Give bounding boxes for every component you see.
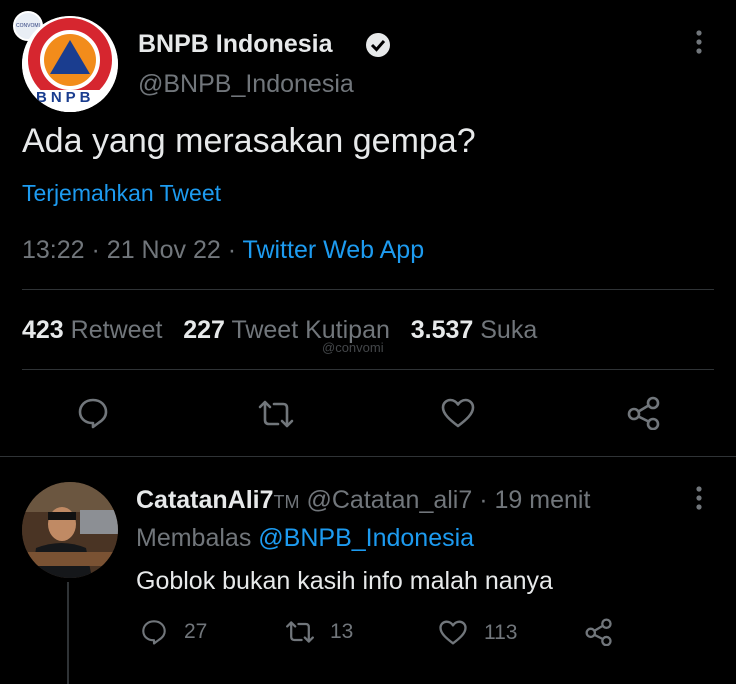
reply-like-count: 113 [484, 620, 518, 644]
author-handle[interactable]: @BNPB_Indonesia [138, 70, 354, 99]
retweet-icon[interactable] [256, 398, 296, 430]
reply-header: CatatanAli7TM @Catatan_ali7 · 19 menit [136, 486, 590, 515]
thread-line [67, 582, 69, 684]
separator: · [91, 236, 100, 264]
profile-photo-icon [22, 482, 118, 578]
retweet-label: Retweet [70, 316, 163, 344]
reply-reply-button[interactable]: 27 [140, 618, 207, 646]
separator: · [227, 236, 237, 264]
reply-reply-count: 27 [184, 620, 208, 643]
quote-count: 227 [183, 316, 225, 344]
like-label: Suka [480, 316, 538, 344]
heart-icon[interactable] [440, 397, 476, 429]
replying-to-row: Membalas @BNPB_Indonesia [136, 524, 474, 553]
reply-author-suffix: TM [273, 492, 300, 512]
tweet-source[interactable]: Twitter Web App [243, 236, 425, 264]
replying-prefix: Membalas [136, 524, 252, 552]
tweet-text: Ada yang merasakan gempa? [22, 122, 476, 160]
reply-icon [142, 620, 166, 645]
tweet-time[interactable]: 13:22 [22, 236, 85, 264]
divider [22, 289, 714, 290]
like-stat[interactable]: 3.537 Suka [411, 316, 538, 344]
reply-author-handle[interactable]: @Catatan_ali7 [307, 486, 473, 514]
retweet-icon [286, 621, 314, 643]
divider [0, 456, 736, 457]
tweet-date[interactable]: 21 Nov 22 [107, 236, 221, 264]
replying-to-link[interactable]: @BNPB_Indonesia [258, 524, 474, 552]
share-icon[interactable] [584, 618, 614, 646]
author-name[interactable]: BNPB Indonesia [138, 30, 332, 59]
divider [22, 369, 714, 370]
reply-time[interactable]: 19 menit [495, 486, 591, 514]
reply-author-avatar[interactable] [22, 482, 118, 578]
heart-icon [439, 620, 467, 645]
author-avatar[interactable]: BNPB [22, 16, 118, 112]
reply-like-button[interactable]: 113 [438, 619, 517, 646]
more-vertical-icon[interactable] [690, 28, 708, 58]
translate-link[interactable]: Terjemahkan Tweet [22, 180, 221, 207]
verified-badge-icon [365, 32, 391, 58]
like-count: 3.537 [410, 316, 474, 344]
reply-retweet-button[interactable]: 13 [284, 619, 353, 645]
more-vertical-icon[interactable] [690, 484, 708, 514]
center-watermark: @convomi [322, 340, 384, 355]
retweet-count: 423 [22, 316, 64, 344]
reply-text: Goblok bukan kasih info malah nanya [136, 567, 553, 595]
share-icon[interactable] [626, 396, 662, 430]
reply-retweet-count: 13 [330, 620, 354, 643]
separator: · [479, 486, 488, 514]
reply-author-name[interactable]: CatatanAli7 [136, 486, 274, 514]
timestamp-row: 13:22 · 21 Nov 22 · Twitter Web App [22, 236, 424, 265]
engagement-stats: 423 Retweet 227 Tweet Kutipan 3.537 Suka [22, 316, 537, 345]
reply-icon[interactable] [76, 396, 110, 430]
retweet-stat[interactable]: 423 Retweet [22, 316, 162, 344]
avatar-logo-text: BNPB [36, 89, 95, 106]
